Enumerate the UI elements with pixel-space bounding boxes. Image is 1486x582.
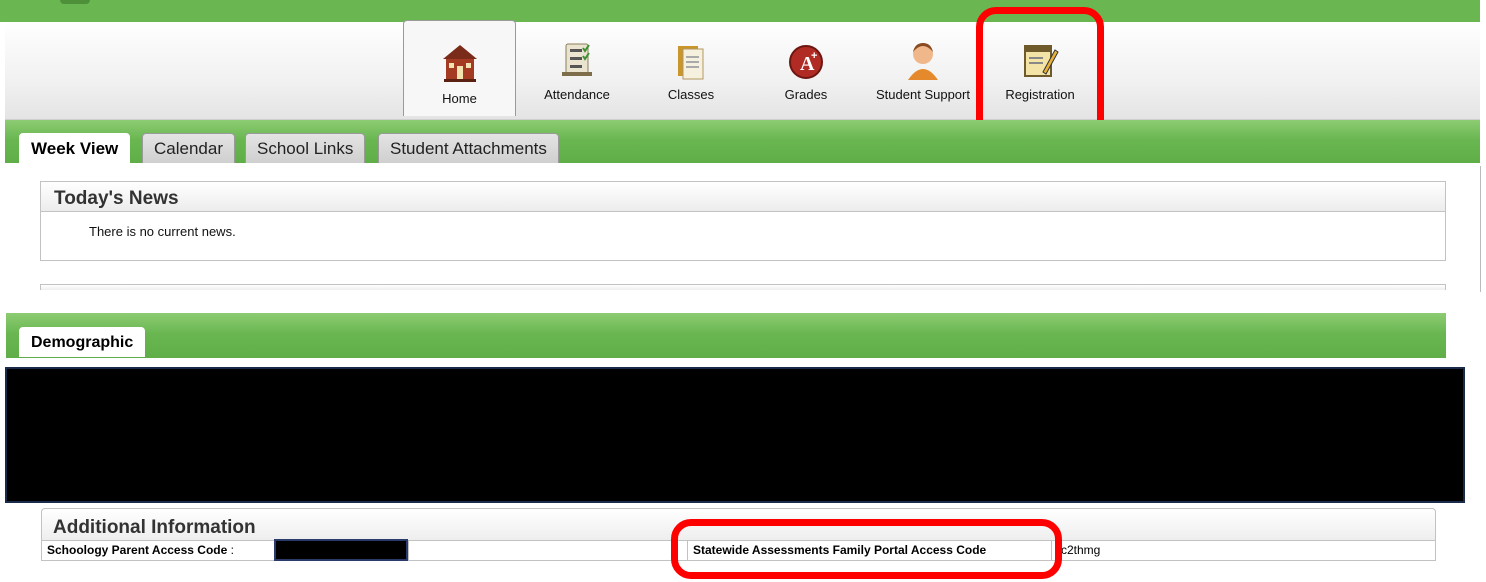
nav-grades-button[interactable]: A + Grades xyxy=(761,20,851,114)
redacted-demographic-info xyxy=(5,367,1465,503)
additional-info-title: Additional Information xyxy=(53,517,256,538)
nav-classes-button[interactable]: Classes xyxy=(641,20,741,114)
tab-demographic[interactable]: Demographic xyxy=(19,327,146,357)
tab-school-links[interactable]: School Links xyxy=(245,133,366,163)
student-icon xyxy=(908,43,938,80)
module-navigation-bar xyxy=(5,22,1480,120)
nav-attendance-label: Attendance xyxy=(544,87,610,102)
top-header-bar xyxy=(0,0,1480,22)
grade-a-plus-icon: A + xyxy=(789,45,823,79)
svg-text:+: + xyxy=(811,50,817,62)
tab-calendar[interactable]: Calendar xyxy=(142,133,235,163)
news-message: There is no current news. xyxy=(89,224,236,239)
schoolhouse-icon xyxy=(442,45,477,82)
tab-student-attachments[interactable]: Student Attachments xyxy=(378,133,559,163)
schoology-code-label-text: Schoology Parent Access Code xyxy=(47,543,228,557)
header-ornament xyxy=(60,0,90,4)
empty-panel-edge xyxy=(40,284,1446,290)
statewide-code-value: c2thmg xyxy=(1061,543,1101,557)
demographic-tab-bar xyxy=(6,313,1446,358)
books-icon xyxy=(678,46,704,80)
nav-grades-label: Grades xyxy=(784,87,828,102)
news-title: Today's News xyxy=(41,182,1445,212)
page-divider xyxy=(1480,166,1481,292)
nav-home-button[interactable]: Home xyxy=(403,20,516,116)
news-panel: Today's News There is no current news. xyxy=(40,181,1446,261)
tab-week-view[interactable]: Week View xyxy=(19,133,131,163)
nav-student-support-button[interactable]: Student Support xyxy=(866,20,980,114)
schoology-code-separator: : xyxy=(230,543,234,557)
highlight-statewide-code xyxy=(671,519,1062,579)
nav-attendance-button[interactable]: Attendance xyxy=(528,20,626,114)
nav-student-support-label: Student Support xyxy=(876,87,970,102)
nav-home-label: Home xyxy=(442,91,477,106)
checklist-icon xyxy=(562,43,592,76)
redacted-schoology-code xyxy=(274,539,408,561)
nav-classes-label: Classes xyxy=(667,87,715,102)
